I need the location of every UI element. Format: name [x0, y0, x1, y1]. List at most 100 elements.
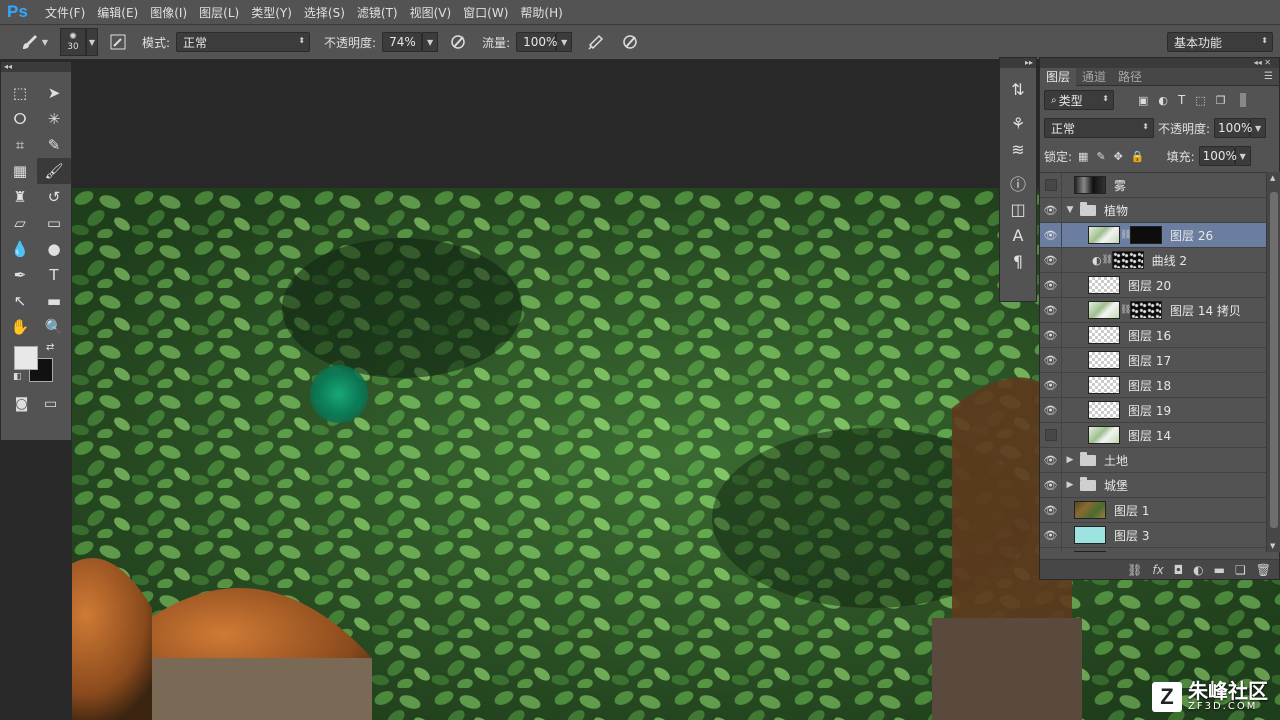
tab-layers[interactable]: 图层 [1040, 67, 1077, 86]
menu-edit[interactable]: 编辑(E) [97, 4, 138, 21]
marquee-tool-icon[interactable]: ⬚ [3, 80, 37, 106]
layer-style-fx-icon[interactable]: fx [1152, 563, 1163, 577]
pressure-size-icon[interactable] [620, 32, 640, 52]
layer-row[interactable]: 👁 图层 19 [1040, 397, 1266, 423]
layer-row[interactable]: 👁 ⛓ 图层 14 拷贝 [1040, 297, 1266, 323]
brush-panel-icon[interactable]: ≋ [1000, 136, 1036, 162]
pressure-opacity-icon[interactable] [448, 32, 468, 52]
fill-arrow[interactable]: ▼ [1234, 146, 1251, 166]
menu-window[interactable]: 窗口(W) [463, 4, 508, 21]
airbrush-icon[interactable] [586, 32, 606, 52]
new-group-icon[interactable]: ▬ [1214, 563, 1225, 577]
screen-mode-icon[interactable]: ▭ [44, 396, 57, 412]
lock-position-icon[interactable]: ✥ [1114, 150, 1123, 163]
blur-tool-icon[interactable]: 💧 [3, 236, 37, 262]
expand-triangle-icon[interactable]: ▼ [1064, 205, 1076, 215]
eyedropper-tool-icon[interactable]: ✎ [37, 132, 71, 158]
eye-icon[interactable]: 👁 [1040, 347, 1062, 373]
eye-icon[interactable]: 👁 [1040, 222, 1062, 248]
eye-icon[interactable]: 👁 [1040, 197, 1062, 223]
layer-row[interactable]: 雾 [1040, 173, 1266, 198]
eraser-tool-icon[interactable]: ▱ [3, 210, 37, 236]
panel-menu-icon[interactable]: ☰ [1264, 71, 1273, 82]
fill-input[interactable]: 100% [1198, 146, 1237, 166]
lock-transparent-icon[interactable]: ▦ [1078, 150, 1088, 163]
layer-mask-thumbnail[interactable] [1111, 251, 1144, 269]
menu-type[interactable]: 类型(Y) [251, 4, 292, 21]
hand-tool-icon[interactable]: ✋ [3, 314, 37, 340]
gradient-tool-icon[interactable]: ▭ [37, 210, 71, 236]
brush-tool-icon[interactable]: 🖌 [37, 158, 71, 184]
info-panel-icon[interactable]: ⓘ [1000, 170, 1036, 196]
new-layer-icon[interactable]: ❏ [1235, 563, 1246, 577]
eye-icon[interactable]: 👁 [1040, 297, 1062, 323]
eye-icon[interactable]: 👁 [1040, 397, 1062, 423]
clone-stamp-tool-icon[interactable]: ♜ [3, 184, 37, 210]
layer-group-row[interactable]: 👁 ▶ 土地 [1040, 447, 1266, 473]
paragraph-panel-icon[interactable]: ¶ [1000, 248, 1036, 274]
default-colors-icon[interactable]: ◧ [13, 372, 22, 382]
toolbox-grip[interactable]: ◂◂ [1, 62, 71, 72]
filter-smart-object-icon[interactable]: ❐ [1216, 94, 1226, 107]
layer-group-row[interactable]: 👁 ▶ 城堡 [1040, 472, 1266, 498]
crop-tool-icon[interactable]: ⌗ [3, 132, 37, 158]
menu-view[interactable]: 视图(V) [410, 4, 452, 21]
layer-opacity-input[interactable]: 100% [1214, 118, 1252, 138]
layer-row[interactable]: 👁 图层 1 [1040, 497, 1266, 523]
filter-toggle[interactable] [1239, 93, 1246, 107]
layer-mask-thumbnail[interactable] [1130, 226, 1162, 244]
mode-dropdown[interactable]: 正常 ⬍ [176, 32, 311, 52]
foreground-color[interactable] [14, 346, 38, 370]
brush-presets-icon[interactable]: ⚘ [1000, 110, 1036, 136]
filter-adjustment-icon[interactable]: ◐ [1158, 94, 1168, 107]
add-mask-icon[interactable]: ◘ [1174, 563, 1184, 577]
menu-filter[interactable]: 滤镜(T) [357, 4, 398, 21]
eye-icon[interactable]: 👁 [1040, 497, 1062, 523]
lock-pixels-icon[interactable]: ✎ [1096, 150, 1105, 163]
history-panel-icon[interactable]: ⇅ [1000, 76, 1036, 102]
healing-brush-tool-icon[interactable]: ▦ [3, 158, 37, 184]
history-brush-tool-icon[interactable]: ↺ [37, 184, 71, 210]
layer-filter-dropdown[interactable]: ⌕ 类型 ⬍ [1044, 90, 1114, 110]
layer-row[interactable]: 图层 14 [1040, 422, 1266, 448]
layer-row[interactable]: 👁 图层 3 [1040, 522, 1266, 548]
type-tool-icon[interactable]: T [37, 262, 71, 288]
flow-input[interactable]: 100% [516, 32, 557, 52]
filter-shape-icon[interactable]: ⬚ [1195, 94, 1205, 107]
scrollbar-thumb[interactable] [1270, 192, 1278, 528]
character-panel-icon[interactable]: A [1000, 222, 1036, 248]
scroll-down-icon[interactable]: ▼ [1270, 542, 1275, 550]
layer-row[interactable]: 👁 ◐ ⛓ 曲线 2 [1040, 247, 1266, 273]
link-layers-icon[interactable]: ⛓ [1127, 563, 1142, 577]
opacity-slider-arrow[interactable]: ▼ [422, 32, 439, 52]
layer-row[interactable]: 👁 图层 18 [1040, 372, 1266, 398]
tab-paths[interactable]: 路径 [1112, 68, 1148, 85]
layer-opacity-arrow[interactable]: ▼ [1250, 118, 1267, 138]
workspace-switcher[interactable]: 基本功能 ⬍ [1167, 32, 1273, 52]
trash-icon[interactable]: 🗑 [1256, 563, 1271, 577]
menu-image[interactable]: 图像(I) [150, 4, 187, 21]
filter-type-icon[interactable]: T [1178, 93, 1185, 107]
scroll-up-icon[interactable]: ▲ [1270, 174, 1275, 182]
blend-mode-dropdown[interactable]: 正常 ⬍ [1044, 118, 1154, 138]
layer-row[interactable]: 👁 图层 17 [1040, 347, 1266, 373]
link-chain-icon[interactable]: ⛓ [1120, 230, 1131, 240]
tab-channels[interactable]: 通道 [1076, 68, 1112, 85]
link-chain-icon[interactable]: ⛓ [1102, 255, 1113, 265]
menu-help[interactable]: 帮助(H) [520, 4, 562, 21]
layer-row-selected[interactable]: 👁 ⛓ 图层 26 [1040, 222, 1266, 248]
eye-icon[interactable]: 👁 [1040, 372, 1062, 398]
eye-icon[interactable]: 👁 [1040, 447, 1062, 473]
magic-wand-tool-icon[interactable]: ✳ [37, 106, 71, 132]
layer-row[interactable]: 👁 图层 16 [1040, 322, 1266, 348]
collapse-triangle-icon[interactable]: ▶ [1064, 480, 1076, 490]
layer-group-row[interactable]: 👁 ▼ 植物 [1040, 197, 1266, 223]
eye-icon[interactable]: 👁 [1040, 547, 1062, 552]
eye-icon[interactable]: 👁 [1040, 322, 1062, 348]
menu-file[interactable]: 文件(F) [45, 4, 85, 21]
brush-panel-toggle-icon[interactable] [108, 32, 128, 52]
layer-list-scrollbar[interactable]: ▲ ▼ [1266, 172, 1280, 552]
opacity-input[interactable]: 74% [382, 32, 423, 52]
dodge-tool-icon[interactable]: ● [37, 236, 71, 262]
visibility-toggle[interactable] [1040, 173, 1062, 198]
